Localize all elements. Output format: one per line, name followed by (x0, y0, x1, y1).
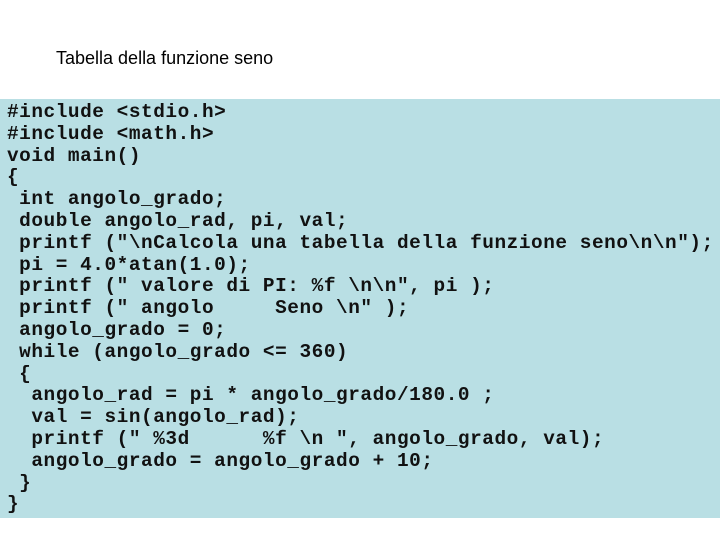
code-line: angolo_grado = 0; (7, 318, 227, 341)
code-line: double angolo_rad, pi, val; (7, 209, 349, 232)
code-line: pi = 4.0*atan(1.0); (7, 253, 251, 276)
code-line: printf ("\nCalcola una tabella della fun… (7, 231, 714, 254)
code-line: #include <stdio.h> (7, 101, 227, 123)
code-line: { (7, 166, 20, 189)
code-block: #include <stdio.h> #include <math.h> void … (7, 101, 714, 516)
slide-title: Tabella della funzione seno (56, 48, 274, 68)
code-line: val = sin(angolo_rad); (7, 406, 300, 429)
code-line: #include <math.h> (7, 122, 215, 145)
code-line: printf (" %3d %f \n ", angolo_grado, val… (7, 427, 605, 450)
code-line: printf (" valore di PI: %f \n\n", pi ); (7, 275, 495, 298)
code-line: } (7, 471, 32, 494)
code-line: angolo_grado = angolo_grado + 10; (7, 449, 434, 472)
code-line: angolo_rad = pi * angolo_grado/180.0 ; (7, 384, 495, 407)
code-line: { (7, 362, 32, 385)
code-line: } (7, 493, 20, 516)
code-line: while (angolo_grado <= 360) (7, 340, 349, 363)
code-line: int angolo_grado; (7, 188, 227, 211)
code-line: void main() (7, 144, 142, 167)
code-line: printf (" angolo Seno \n" ); (7, 297, 410, 320)
